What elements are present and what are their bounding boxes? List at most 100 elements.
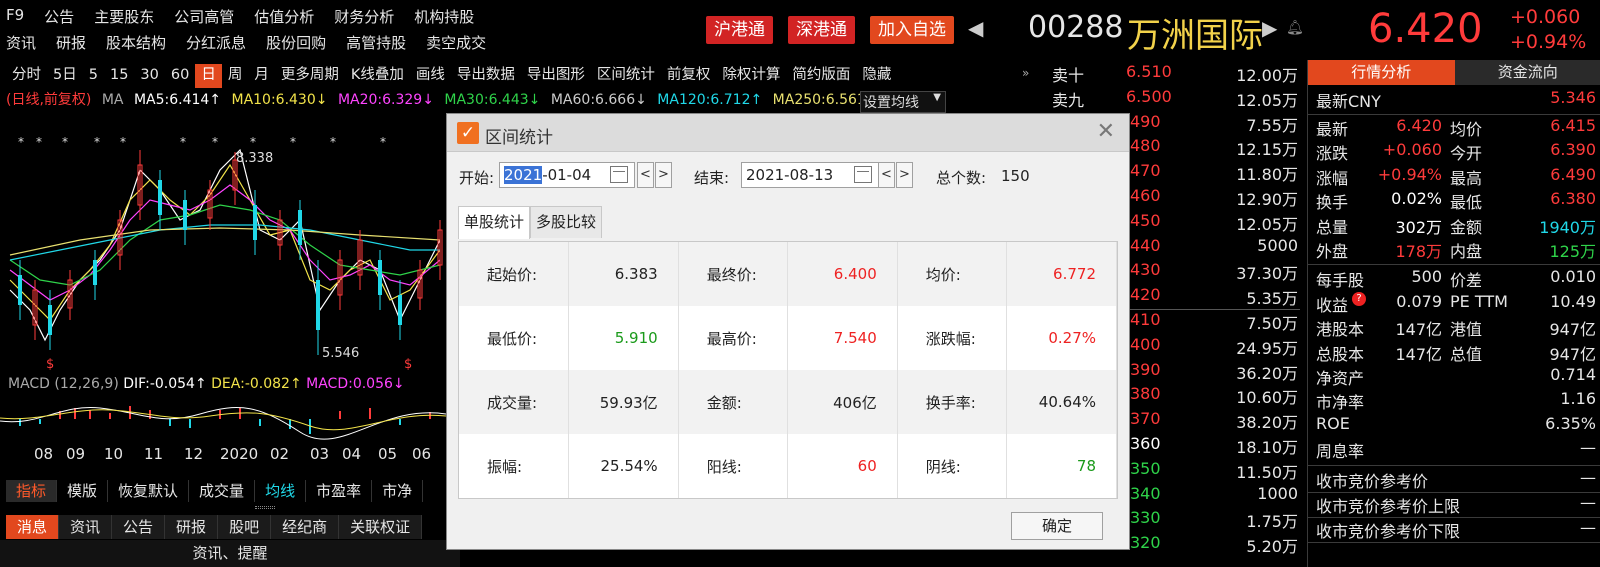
hk-sh-connect-button[interactable]: 沪港通 [706, 16, 773, 44]
splitter-handle[interactable] [255, 506, 275, 509]
toolbar-item[interactable]: 简约版面 [786, 64, 856, 88]
top-menu: F9 公告 主要股东 公司高管 估值分析 财务分析 机构持股 资讯 研报 股本结构 分红派息 股份回… [0, 0, 700, 60]
end-date-value: 2021-08-13 [746, 166, 834, 184]
x-axis-tick: 06 [412, 445, 432, 463]
menu-item[interactable]: 公司高管 [174, 6, 234, 27]
order-book-volume: 10.60万 [1236, 388, 1298, 408]
toolbar-more-arrow-icon[interactable]: » [1022, 66, 1029, 80]
news-tabs: 消息 资讯 公告 研报 股吧 经纪商 关联权证 [6, 515, 423, 539]
news-tab[interactable]: 研报 [165, 515, 219, 539]
start-date-year: 2021 [504, 166, 543, 184]
menu-item[interactable]: 估值分析 [254, 6, 314, 27]
indicator-tab[interactable]: 模版 [57, 480, 109, 502]
toolbar-item[interactable]: 月 [248, 64, 275, 88]
info-value: 0.010 [1550, 267, 1596, 287]
order-book-price: 470 [1130, 161, 1161, 181]
tab-single-stock[interactable]: 单股统计 [458, 206, 531, 239]
toolbar-item[interactable]: 5日 [47, 64, 83, 88]
indicator-tab[interactable]: 恢复默认 [108, 480, 190, 502]
quote-label: 外盘 [1316, 242, 1349, 261]
indicator-tab[interactable]: 市净 [372, 480, 424, 502]
toolbar-item[interactable]: 画线 [410, 64, 451, 88]
prev-stock-arrow-icon[interactable]: ◀ [968, 16, 983, 40]
chevron-down-icon: ▼ [933, 92, 941, 103]
ma-settings-dropdown[interactable]: 设置均线 ▼ [860, 91, 946, 113]
menu-item[interactable]: 资讯 [6, 32, 36, 53]
toolbar-item[interactable]: 隐藏 [856, 64, 897, 88]
news-tab[interactable]: 经纪商 [271, 515, 340, 539]
stat-value: 40.64% [1006, 370, 1117, 434]
info-value: 147亿 [1395, 344, 1442, 364]
toolbar-item[interactable]: 更多周期 [275, 64, 345, 88]
ok-button[interactable]: 确定 [1011, 512, 1103, 540]
toolbar-item[interactable]: 15 [104, 64, 134, 88]
add-watchlist-button[interactable]: 加入自选 [870, 16, 954, 44]
toolbar-item[interactable]: 区间统计 [591, 64, 661, 88]
news-tab[interactable]: 公告 [112, 515, 166, 539]
ma20-value: MA20:6.329↓ [337, 92, 434, 108]
toolbar-item[interactable]: K线叠加 [345, 64, 410, 88]
info-value: — [1580, 438, 1596, 458]
order-book-volume: 36.20万 [1236, 363, 1298, 383]
order-book-row[interactable]: 卖十 6.510 12.00万 [1052, 62, 1302, 85]
price-change-pct: +0.94% [1510, 31, 1587, 53]
menu-item[interactable]: 公告 [44, 6, 74, 27]
end-prev-button[interactable]: < [878, 162, 895, 188]
toolbar-item[interactable]: 导出数据 [451, 64, 521, 88]
end-date-field[interactable]: 2021-08-13 [741, 162, 879, 188]
price-change: +0.060 [1510, 6, 1581, 28]
bell-icon[interactable]: 🔔︎ [1286, 20, 1304, 36]
close-icon[interactable]: ✕ [1097, 119, 1115, 144]
info-row: 收益 0.079 PE TTM 10.49? [1316, 291, 1596, 316]
menu-item[interactable]: 卖空成交 [426, 32, 486, 53]
indicator-tab[interactable]: 成交量 [189, 480, 256, 502]
info-label: 市净率 [1316, 393, 1365, 413]
quote-value: 6.390 [1550, 140, 1596, 160]
menu-item[interactable]: 机构持股 [414, 6, 474, 27]
tab-market-analysis[interactable]: 行情分析 [1308, 60, 1455, 85]
order-book-row[interactable]: 卖九 6.500 12.05万 [1052, 87, 1302, 110]
news-tab[interactable]: 股吧 [218, 515, 272, 539]
toolbar-item[interactable]: 60 [165, 64, 195, 88]
start-next-button[interactable]: > [655, 162, 672, 188]
news-tab[interactable]: 消息 [6, 515, 60, 539]
start-date-field[interactable]: 2021-01-04 [499, 162, 635, 188]
menu-item[interactable]: 股份回购 [266, 32, 326, 53]
menu-item[interactable]: 财务分析 [334, 6, 394, 27]
remind-bar[interactable]: 资讯、提醒 [0, 540, 460, 567]
next-stock-arrow-icon[interactable]: ▶ [1262, 16, 1277, 40]
indicator-tab[interactable]: 均线 [255, 480, 307, 502]
indicator-tab[interactable]: 市盈率 [306, 480, 373, 502]
calendar-icon[interactable] [610, 166, 628, 183]
menu-item[interactable]: 主要股东 [94, 6, 154, 27]
toolbar-item[interactable]: 5 [83, 64, 104, 88]
menu-item[interactable]: 股本结构 [106, 32, 166, 53]
toolbar-item[interactable]: 周 [222, 64, 249, 88]
hk-sz-connect-button[interactable]: 深港通 [788, 16, 855, 44]
svg-text:*: * [330, 135, 336, 149]
menu-item[interactable]: 分红派息 [186, 32, 246, 53]
order-book-volume: 38.20万 [1236, 413, 1298, 433]
tab-fund-flow[interactable]: 资金流向 [1454, 60, 1600, 85]
macd-chart[interactable] [0, 396, 446, 442]
toolbar-item[interactable]: 导出图形 [521, 64, 591, 88]
end-next-button[interactable]: > [896, 162, 913, 188]
news-tab[interactable]: 关联权证 [339, 515, 423, 539]
menu-item[interactable]: 研报 [56, 32, 86, 53]
stat-value: 0.27% [1006, 306, 1117, 370]
toolbar-item[interactable]: 日 [195, 64, 222, 88]
menu-item[interactable]: 高管持股 [346, 32, 406, 53]
toolbar-item[interactable]: 除权计算 [716, 64, 786, 88]
start-prev-button[interactable]: < [637, 162, 654, 188]
toolbar-item[interactable]: 分时 [6, 64, 47, 88]
indicator-tab[interactable]: 指标 [6, 480, 58, 502]
help-icon[interactable]: ? [1352, 291, 1366, 306]
toolbar-item[interactable]: 前复权 [661, 64, 717, 88]
dialog-title-bar[interactable]: ✓ 区间统计 ✕ [447, 114, 1129, 152]
news-tab[interactable]: 资讯 [59, 515, 113, 539]
quote-label: 今开 [1450, 144, 1483, 164]
toolbar-item[interactable]: 30 [134, 64, 164, 88]
calendar-icon[interactable] [854, 166, 872, 183]
tab-multi-stock[interactable]: 多股比较 [530, 206, 603, 238]
menu-item[interactable]: F9 [6, 6, 24, 27]
